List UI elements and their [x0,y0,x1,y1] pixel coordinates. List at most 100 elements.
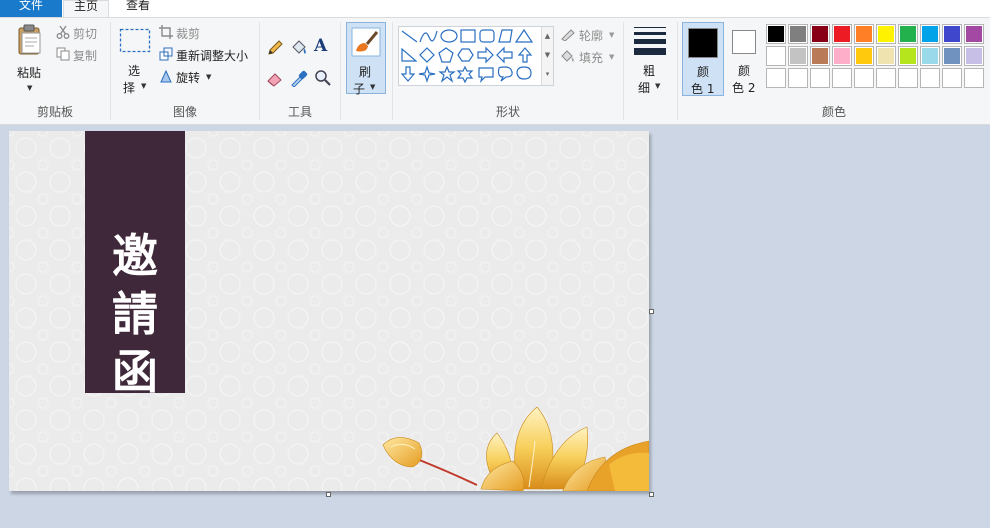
curve-shape-icon[interactable] [419,30,438,43]
select-label-1: 选 [128,64,141,78]
right-triangle-shape-icon[interactable] [401,47,418,62]
palette-swatch[interactable] [920,24,940,44]
palette-swatch[interactable] [854,46,874,66]
palette-swatch[interactable] [920,68,940,88]
tools-group-label: 工具 [287,105,312,119]
arrow-down-shape-icon[interactable] [400,66,416,82]
arrow-up-shape-icon[interactable] [517,47,533,63]
cloud-callout-shape-icon[interactable] [516,66,532,80]
brush-icon [351,27,381,57]
rect-callout-shape-icon[interactable] [478,67,494,83]
magnifier-icon[interactable] [314,69,332,87]
palette-swatch[interactable] [832,46,852,66]
six-point-star-shape-icon[interactable] [456,65,474,84]
scissors-icon [56,25,70,39]
paste-button[interactable]: 粘贴 ▼ [8,20,52,98]
palette-swatch[interactable] [876,24,896,44]
color2-button[interactable]: 颜 色 2 [724,22,766,96]
palette-swatch[interactable] [964,68,984,88]
palette-swatch[interactable] [876,46,896,66]
palette-swatch[interactable] [898,24,918,44]
pencil-icon[interactable] [266,39,284,57]
palette-swatch-color [790,26,806,42]
fill-bucket-icon[interactable] [290,39,308,57]
palette-swatch[interactable] [788,24,808,44]
palette-swatch[interactable] [832,24,852,44]
drawing-canvas[interactable]: 邀請函 [9,131,649,491]
color1-button[interactable]: 颜 色 1 [682,22,724,96]
rectangle-shape-icon[interactable] [460,29,476,43]
clipboard-group: 粘贴 ▼ 剪切 复制 剪贴板 [0,18,110,124]
shapes-scrollbar[interactable]: ▲ ▼ ▾ [541,27,553,85]
size-button[interactable]: 粗 细 ▼ [628,22,672,98]
palette-swatch[interactable] [788,68,808,88]
diamond-shape-icon[interactable] [419,47,435,63]
palette-swatch[interactable] [788,46,808,66]
oval-shape-icon[interactable] [440,29,458,43]
eraser-icon[interactable] [266,69,284,87]
line-shape-icon[interactable] [401,30,418,43]
palette-swatch[interactable] [832,68,852,88]
palette-swatch-color [812,70,828,86]
palette-swatch-color [900,48,916,64]
cut-button[interactable]: 剪切 [56,24,106,42]
resize-button[interactable]: 重新调整大小 [159,46,255,64]
oval-callout-shape-icon[interactable] [497,66,513,82]
palette-swatch[interactable] [920,46,940,66]
tab-home[interactable]: 主页 [63,0,109,17]
palette-swatch[interactable] [854,68,874,88]
palette-swatch-color [922,70,938,86]
copy-button[interactable]: 复制 [56,46,106,64]
paste-label: 粘贴 [17,66,42,80]
text-tool-icon[interactable]: A [314,36,327,56]
rounded-rectangle-shape-icon[interactable] [479,29,495,43]
resize-handle-right[interactable] [649,309,654,314]
palette-swatch[interactable] [942,68,962,88]
palette-swatch-color [812,26,828,42]
arrow-right-shape-icon[interactable] [477,46,494,64]
five-point-star-shape-icon[interactable] [438,65,456,83]
resize-handle-corner[interactable] [649,492,654,497]
outline-button[interactable]: 轮廓 ▼ [560,26,622,44]
outline-label: 轮廓 [579,29,604,43]
color-picker-icon[interactable] [290,69,308,87]
polygon-shape-icon[interactable] [498,29,513,43]
group-divider [340,22,341,120]
color2-label-1: 颜 [738,64,751,78]
rotate-button[interactable]: 旋转 ▼ [159,68,219,86]
palette-swatch[interactable] [964,24,984,44]
palette-swatch[interactable] [964,46,984,66]
palette-swatch[interactable] [810,46,830,66]
palette-swatch[interactable] [810,68,830,88]
brush-button[interactable]: 刷 子 ▼ [346,22,386,96]
palette-swatch[interactable] [876,68,896,88]
fill-button[interactable]: 填充 ▼ [560,48,622,66]
pentagon-shape-icon[interactable] [438,47,454,63]
palette-swatch[interactable] [942,24,962,44]
tab-file[interactable]: 文件 [0,0,62,17]
palette-swatch[interactable] [766,68,786,88]
palette-swatch-color [834,70,850,86]
palette-swatch-color [834,26,850,42]
invitation-title-char: 請 [112,287,158,341]
hexagon-shape-icon[interactable] [457,48,474,62]
palette-swatch-color [966,70,982,86]
palette-swatch[interactable] [810,24,830,44]
palette-swatch[interactable] [854,24,874,44]
palette-swatch[interactable] [766,46,786,66]
crop-button[interactable]: 裁剪 [159,24,219,42]
cut-label: 剪切 [73,27,98,41]
tab-view[interactable]: 查看 [111,0,165,17]
palette-swatch[interactable] [898,46,918,66]
triangle-shape-icon[interactable] [514,28,534,43]
palette-swatch-color [834,48,850,64]
resize-handle-bottom[interactable] [326,492,331,497]
palette-swatch[interactable] [766,24,786,44]
chevron-down-icon: ▼ [206,73,212,81]
arrow-left-shape-icon[interactable] [496,46,513,64]
palette-swatch[interactable] [942,46,962,66]
four-point-star-shape-icon[interactable] [418,65,436,83]
brush-label-2: 子 [353,82,366,96]
palette-swatch[interactable] [898,68,918,88]
select-button[interactable]: 选 择 ▼ [115,22,155,98]
